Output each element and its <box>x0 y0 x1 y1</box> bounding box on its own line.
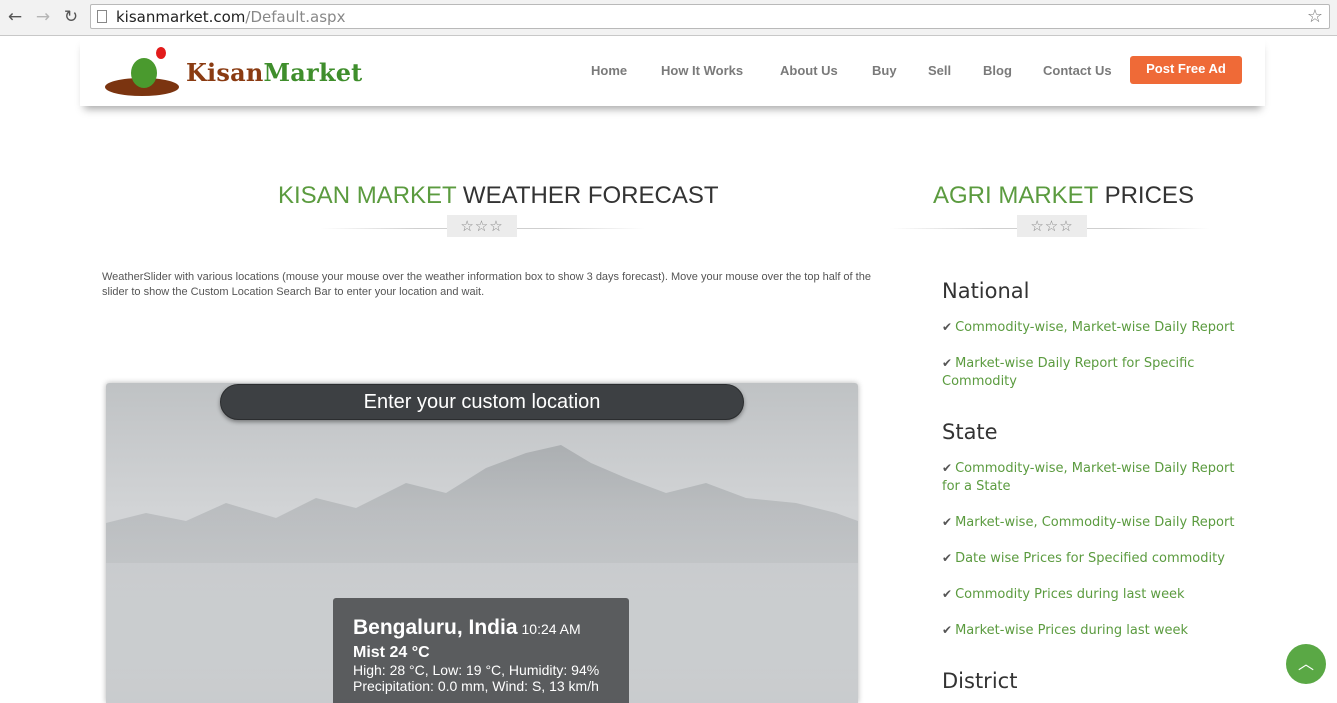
weather-city-line: Bengaluru, India 10:24 AM <box>353 616 629 640</box>
post-free-ad-button[interactable]: Post Free Ad <box>1130 56 1242 84</box>
menu-about-us[interactable]: About Us <box>780 63 838 78</box>
logo-text-kisan: Kisan <box>186 58 264 87</box>
state-link-4[interactable]: ✔ Commodity Prices during last week <box>942 585 1247 604</box>
weather-time: 10:24 AM <box>521 621 581 637</box>
menu-contact-us[interactable]: Contact Us <box>1043 63 1112 78</box>
state-link-3-label: Date wise Prices for Specified commodity <box>955 551 1225 566</box>
check-icon: ✔ <box>942 320 953 334</box>
weather-slider[interactable]: Enter your custom location Bengaluru, In… <box>106 383 858 703</box>
national-link-1-label: Commodity-wise, Market-wise Daily Report <box>955 320 1235 335</box>
check-icon: ✔ <box>942 587 953 601</box>
url-path: /Default.aspx <box>245 8 346 26</box>
address-bar[interactable]: kisanmarket.com/Default.aspx ☆ <box>90 4 1330 29</box>
browser-toolbar: ← → ↻ kisanmarket.com/Default.aspx ☆ <box>0 0 1337 36</box>
national-link-2-label: Market-wise Daily Report for Specific Co… <box>942 356 1195 389</box>
national-link-2[interactable]: ✔ Market-wise Daily Report for Specific C… <box>942 354 1247 391</box>
url-text[interactable]: kisanmarket.com/Default.aspx <box>116 8 345 26</box>
state-link-2-label: Market-wise, Commodity-wise Daily Report <box>955 515 1235 530</box>
weather-section-title: KISAN MARKET WEATHER FORECAST <box>278 182 719 210</box>
state-link-4-label: Commodity Prices during last week <box>955 587 1185 602</box>
state-link-1-label: Commodity-wise, Market-wise Daily Report… <box>942 461 1235 494</box>
agri-title-stars-icon: ☆☆☆ <box>1017 215 1087 237</box>
check-icon: ✔ <box>942 623 953 637</box>
reload-icon[interactable]: ↻ <box>60 6 82 28</box>
custom-location-search[interactable]: Enter your custom location <box>220 384 744 420</box>
menu-how-it-works[interactable]: How It Works <box>661 63 743 78</box>
national-heading: National <box>942 279 1030 303</box>
weather-title-dark: WEATHER FORECAST <box>456 182 719 209</box>
weather-details-1: High: 28 °C, Low: 19 °C, Humidity: 94% <box>353 662 600 678</box>
weather-condition: Mist 24 °C <box>353 644 430 661</box>
url-host: kisanmarket.com <box>116 8 246 26</box>
district-heading: District <box>942 669 1018 693</box>
menu-buy[interactable]: Buy <box>872 63 897 78</box>
state-heading: State <box>942 420 998 444</box>
weather-intro-text: WeatherSlider with various locations (mo… <box>102 271 871 298</box>
national-link-1[interactable]: ✔ Commodity-wise, Market-wise Daily Repor… <box>942 318 1247 337</box>
state-link-2[interactable]: ✔ Market-wise, Commodity-wise Daily Repor… <box>942 513 1247 532</box>
state-link-1[interactable]: ✔ Commodity-wise, Market-wise Daily Repor… <box>942 459 1247 496</box>
weather-city: Bengaluru, India <box>353 616 518 639</box>
page-icon <box>97 10 107 23</box>
weather-title-stars-icon: ☆☆☆ <box>447 215 517 237</box>
logo-text: KisanMarket <box>186 58 362 87</box>
state-link-5-label: Market-wise Prices during last week <box>955 623 1189 638</box>
weather-title-green: KISAN MARKET <box>278 182 457 209</box>
bookmark-star-icon[interactable]: ☆ <box>1307 6 1323 27</box>
check-icon: ✔ <box>942 461 953 475</box>
weather-details-2: Precipitation: 0.0 mm, Wind: S, 13 km/h <box>353 678 599 694</box>
menu-home[interactable]: Home <box>591 63 627 78</box>
site-header: KisanMarket Home How It Works About Us B… <box>80 36 1265 106</box>
logo[interactable]: KisanMarket <box>104 46 362 98</box>
check-icon: ✔ <box>942 356 953 370</box>
agri-title-dark: PRICES <box>1097 182 1194 209</box>
state-link-5[interactable]: ✔ Market-wise Prices during last week <box>942 621 1247 640</box>
scroll-to-top-icon[interactable]: ︿ <box>1286 644 1326 684</box>
menu-sell[interactable]: Sell <box>928 63 951 78</box>
check-icon: ✔ <box>942 515 953 529</box>
logo-text-market: Market <box>263 58 363 87</box>
forward-icon[interactable]: → <box>32 6 54 28</box>
check-icon: ✔ <box>942 551 953 565</box>
back-icon[interactable]: ← <box>4 6 26 28</box>
weather-info-box[interactable]: Bengaluru, India 10:24 AM Mist 24 °C High… <box>333 598 629 703</box>
agri-title-green: AGRI MARKET <box>933 182 1098 209</box>
agri-section-title: AGRI MARKET PRICES <box>933 182 1194 210</box>
state-link-3[interactable]: ✔ Date wise Prices for Specified commodit… <box>942 549 1247 568</box>
menu-blog[interactable]: Blog <box>983 63 1012 78</box>
